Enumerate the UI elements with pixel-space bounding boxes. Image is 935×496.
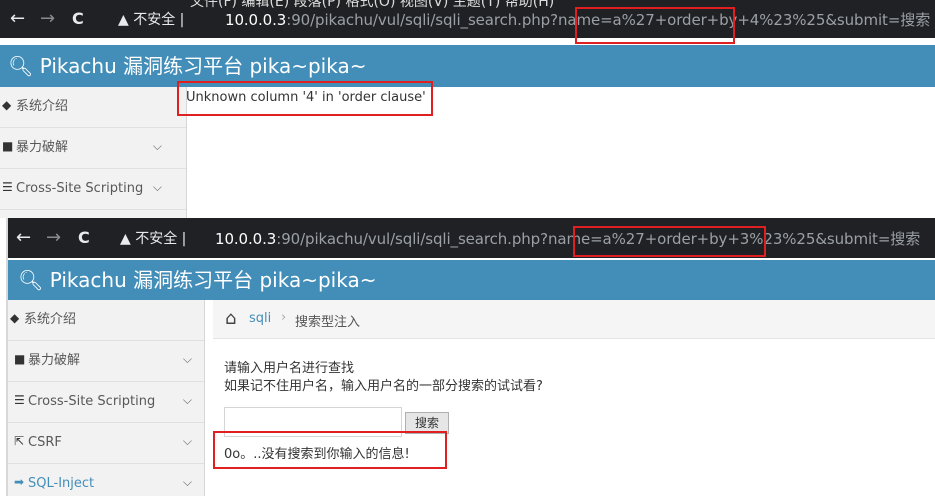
tag-icon: ◆ bbox=[2, 98, 12, 112]
sidebar-item-xss[interactable]: ☰ Cross-Site Scripting ⌵ bbox=[0, 169, 186, 210]
home-icon[interactable]: ⌂ bbox=[225, 308, 236, 329]
lock-icon: ■ bbox=[2, 139, 14, 153]
back-icon[interactable]: ← bbox=[16, 228, 31, 248]
sidebar: ◆ 系统介绍 ■ 暴力破解 ⌵ ☰ Cross-Site Scripting ⌵ bbox=[0, 87, 187, 218]
security-indicator[interactable]: ▲ 不安全 | bbox=[118, 11, 184, 29]
highlight-box-url bbox=[573, 226, 766, 257]
share-icon: ⇱ bbox=[14, 434, 25, 448]
highlight-box-error bbox=[177, 81, 433, 116]
url-field[interactable]: 10.0.0.3:90/pikachu/vul/sqli/sqli_search… bbox=[215, 230, 920, 248]
url-host: 10.0.0.3 bbox=[225, 11, 287, 29]
app-title: 🔍︎ Pikachu 漏洞练习平台 pika~pika~ bbox=[8, 54, 367, 78]
search-hint-line2: 如果记不住用户名，输入用户名的一部分搜索的试试看? bbox=[224, 379, 543, 394]
forward-icon[interactable]: → bbox=[46, 228, 61, 248]
chevron-down-icon: ⌵ bbox=[182, 434, 192, 448]
highlight-box-url bbox=[575, 7, 735, 44]
sidebar: ◆ 系统介绍 ■ 暴力破解 ⌵ ☰ Cross-Site Scripting ⌵… bbox=[8, 300, 205, 496]
highlight-box-result bbox=[213, 431, 447, 469]
address-bar: ← → C ▲ 不安全 | 10.0.0.3:90/pikachu/vul/sq… bbox=[8, 218, 935, 258]
chevron-down-icon: ⌵ bbox=[182, 352, 192, 366]
chevron-down-icon: ⌵ bbox=[152, 180, 162, 194]
chevron-down-icon: ⌵ bbox=[182, 393, 192, 407]
lock-icon: ■ bbox=[14, 352, 26, 366]
url-host: 10.0.0.3 bbox=[215, 230, 277, 248]
breadcrumb-current: 搜索型注入 bbox=[295, 315, 361, 330]
sidebar-item-intro[interactable]: ◆ 系统介绍 bbox=[0, 87, 186, 128]
search-hint-line1: 请输入用户名进行查找 bbox=[224, 361, 355, 376]
app-header: 🔍︎ Pikachu 漏洞练习平台 pika~pika~ bbox=[0, 45, 935, 87]
sidebar-item-csrf[interactable]: ⇱ CSRF ⌵ bbox=[8, 423, 204, 464]
breadcrumb-link-sqli[interactable]: sqli bbox=[249, 311, 271, 326]
arrow-icon: ➡ bbox=[14, 475, 25, 489]
sidebar-item-bruteforce[interactable]: ■ 暴力破解 ⌵ bbox=[8, 341, 204, 382]
sidebar-item-bruteforce[interactable]: ■ 暴力破解 ⌵ bbox=[0, 128, 186, 169]
tag-icon: ◆ bbox=[10, 311, 20, 325]
reload-icon[interactable]: C bbox=[72, 9, 84, 29]
bottom-browser-window: ← → C ▲ 不安全 | 10.0.0.3:90/pikachu/vul/sq… bbox=[8, 218, 935, 496]
address-bar: 文件(F) 编辑(E) 段落(P) 格式(O) 视图(V) 主题(T) 帮助(H… bbox=[0, 0, 935, 38]
chevron-down-icon: ⌵ bbox=[152, 139, 162, 153]
app-header: 🔍︎ Pikachu 漏洞练习平台 pika~pika~ bbox=[8, 260, 935, 300]
sidebar-item-intro[interactable]: ◆ 系统介绍 bbox=[8, 300, 204, 341]
sidebar-item-sqli[interactable]: ➡ SQL-Inject ⌵ bbox=[8, 464, 204, 496]
sidebar-item-xss[interactable]: ☰ Cross-Site Scripting ⌵ bbox=[8, 382, 204, 423]
list-icon: ☰ bbox=[2, 180, 13, 194]
key-icon: 🔍︎ bbox=[18, 268, 44, 292]
top-browser-window: 文件(F) 编辑(E) 段落(P) 格式(O) 视图(V) 主题(T) 帮助(H… bbox=[0, 0, 935, 218]
breadcrumb-separator: › bbox=[281, 310, 287, 325]
security-indicator[interactable]: ▲ 不安全 | bbox=[120, 230, 186, 248]
breadcrumb: ⌂ sqli › 搜索型注入 bbox=[213, 300, 935, 339]
back-icon[interactable]: ← bbox=[10, 9, 25, 29]
list-icon: ☰ bbox=[14, 393, 25, 407]
reload-icon[interactable]: C bbox=[78, 228, 90, 248]
app-title: 🔍︎ Pikachu 漏洞练习平台 pika~pika~ bbox=[18, 268, 377, 292]
chevron-down-icon: ⌵ bbox=[182, 475, 192, 489]
forward-icon[interactable]: → bbox=[40, 9, 55, 29]
menu-strip: 文件(F) 编辑(E) 段落(P) 格式(O) 视图(V) 主题(T) 帮助(H… bbox=[190, 0, 555, 8]
key-icon: 🔍︎ bbox=[8, 54, 34, 78]
